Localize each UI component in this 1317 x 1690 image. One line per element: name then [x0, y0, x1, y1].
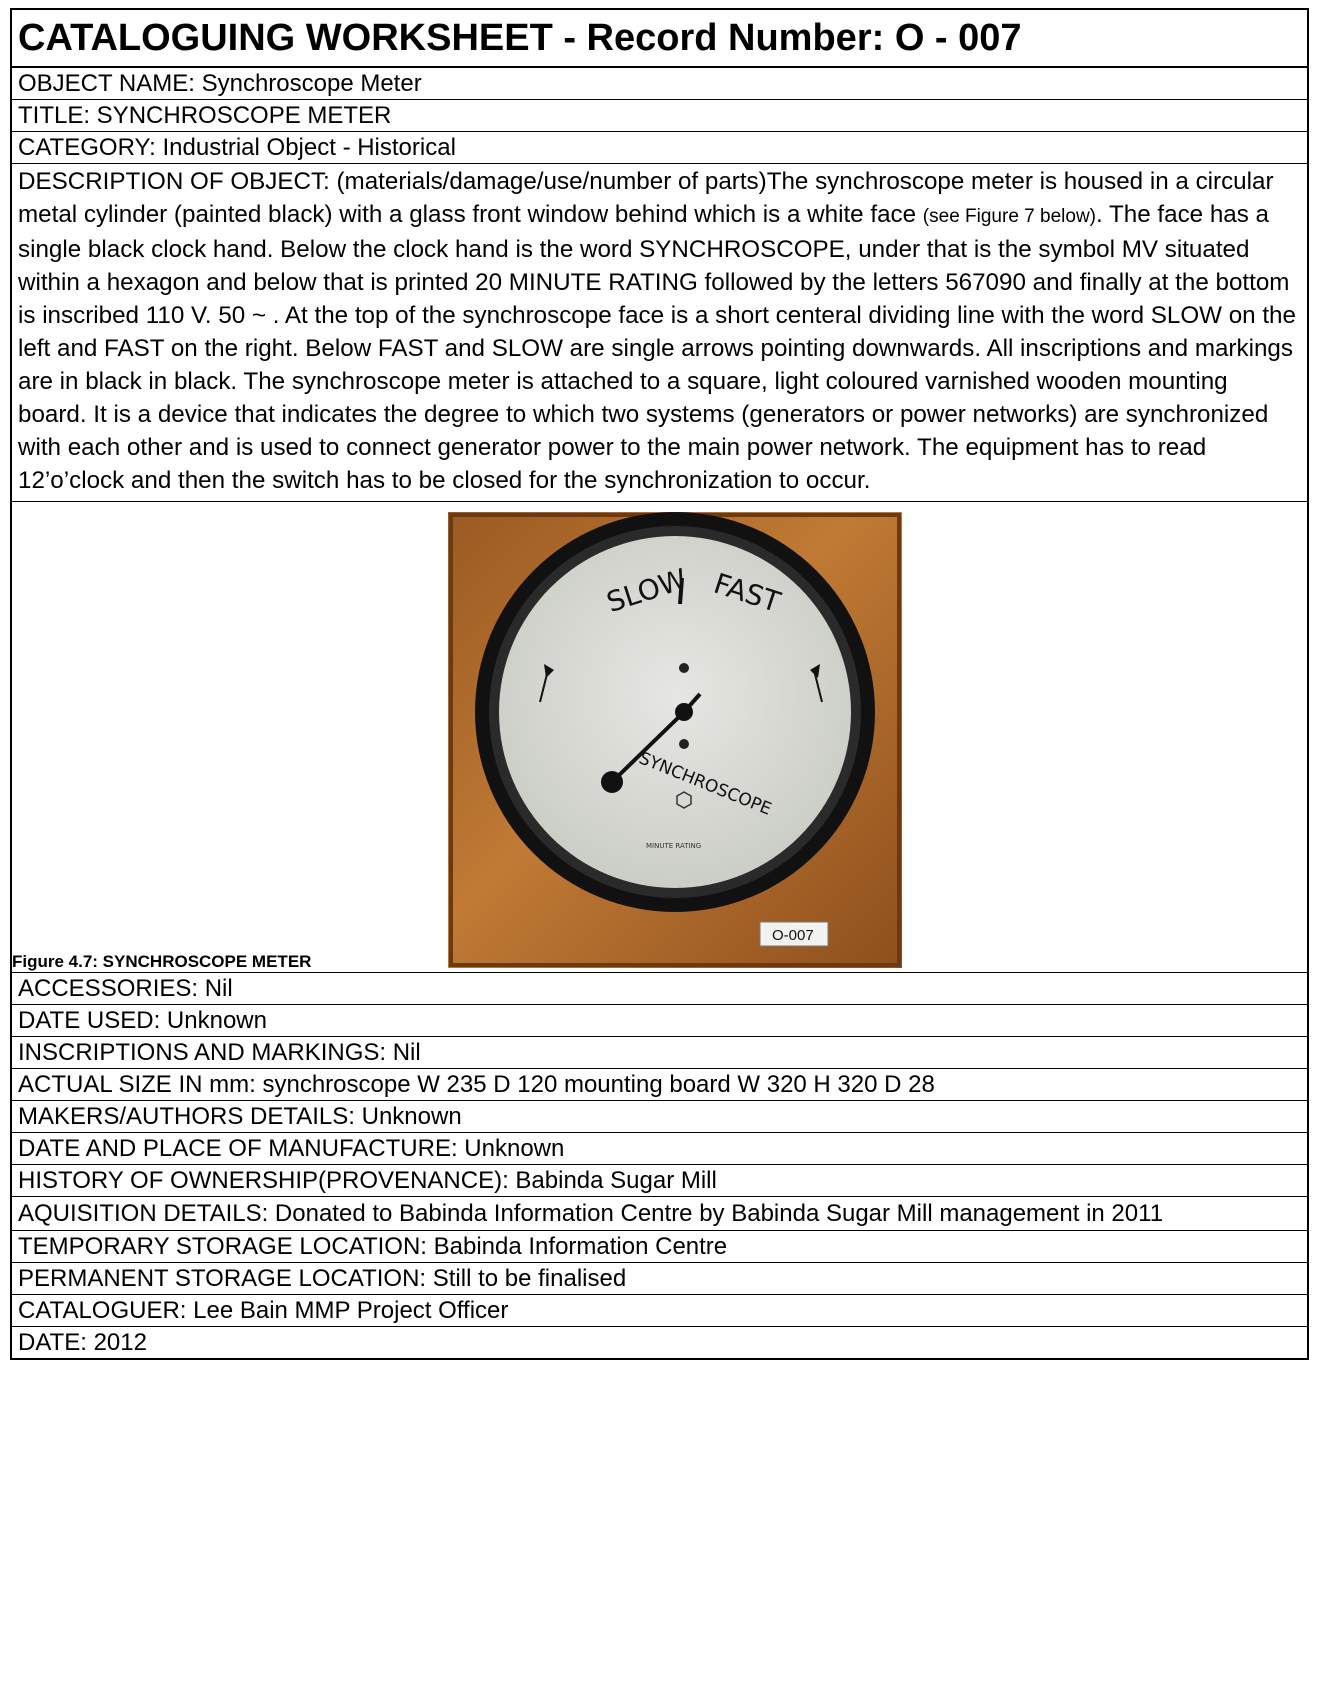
figure-block: SLOW FAST SYNCHROSCOPE MINUTE RATING O-0…: [12, 502, 1307, 973]
worksheet-title: CATALOGUING WORKSHEET - Record Number: O…: [12, 10, 1307, 68]
history-field: HISTORY OF OWNERSHIP(PROVENANCE): Babind…: [12, 1165, 1307, 1197]
synchroscope-photo: SLOW FAST SYNCHROSCOPE MINUTE RATING O-0…: [448, 512, 902, 968]
cataloguing-worksheet: CATALOGUING WORKSHEET - Record Number: O…: [10, 8, 1309, 1360]
figure-caption: Figure 4.7: SYNCHROSCOPE METER: [12, 952, 312, 971]
description-figure-note: (see Figure 7 below): [922, 206, 1096, 227]
dial-rating-text: MINUTE RATING: [646, 842, 701, 850]
object-name-field: OBJECT NAME: Synchroscope Meter: [12, 68, 1307, 100]
makers-field: MAKERS/AUTHORS DETAILS: Unknown: [12, 1101, 1307, 1133]
record-label-text: O-007: [772, 927, 814, 944]
accessories-field: ACCESSORIES: Nil: [12, 973, 1307, 1005]
cataloguer-field: CATALOGUER: Lee Bain MMP Project Officer: [12, 1295, 1307, 1327]
manufacture-field: DATE AND PLACE OF MANUFACTURE: Unknown: [12, 1133, 1307, 1165]
description-field: DESCRIPTION OF OBJECT: (materials/damage…: [12, 164, 1307, 502]
acquisition-field: AQUISITION DETAILS: Donated to Babinda I…: [12, 1197, 1307, 1231]
date-used-field: DATE USED: Unknown: [12, 1005, 1307, 1037]
perm-storage-field: PERMANENT STORAGE LOCATION: Still to be …: [12, 1263, 1307, 1295]
temp-storage-field: TEMPORARY STORAGE LOCATION: Babinda Info…: [12, 1231, 1307, 1263]
description-text-2: . The face has a single black clock hand…: [18, 201, 1296, 494]
date-field: DATE: 2012: [18, 1329, 147, 1356]
inscriptions-field: INSCRIPTIONS AND MARKINGS: Nil: [12, 1037, 1307, 1069]
category-field: CATEGORY: Industrial Object - Historical: [12, 132, 1307, 164]
actual-size-field: ACTUAL SIZE IN mm: synchroscope W 235 D …: [12, 1069, 1307, 1101]
title-field: TITLE: SYNCHROSCOPE METER: [12, 100, 1307, 132]
